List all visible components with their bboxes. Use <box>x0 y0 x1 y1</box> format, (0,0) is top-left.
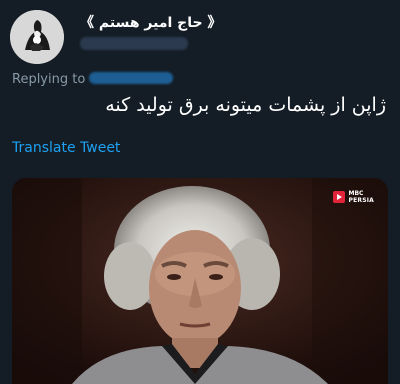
tweet-text: ژاپن از پشمات میتونه برق تولید کنه <box>105 94 386 116</box>
watermark-line2: PERSIA <box>348 197 374 204</box>
display-name[interactable]: 《 حاج امیر هستم 》 <box>80 12 221 32</box>
mbc-persia-watermark: MBC PERSIA <box>333 190 374 204</box>
replying-to: Replying to <box>12 72 174 87</box>
media-photo <box>12 178 388 384</box>
replying-to-label: Replying to <box>12 72 86 87</box>
reply-handle-redacted[interactable] <box>89 72 174 84</box>
tweet-media-image[interactable]: MBC PERSIA <box>12 178 388 384</box>
avatar-image <box>10 10 64 64</box>
handle-redacted <box>80 37 188 50</box>
watermark-line1: MBC <box>348 190 364 197</box>
avatar[interactable] <box>10 10 64 64</box>
play-icon <box>333 191 346 203</box>
translate-tweet-link[interactable]: Translate Tweet <box>12 140 120 156</box>
